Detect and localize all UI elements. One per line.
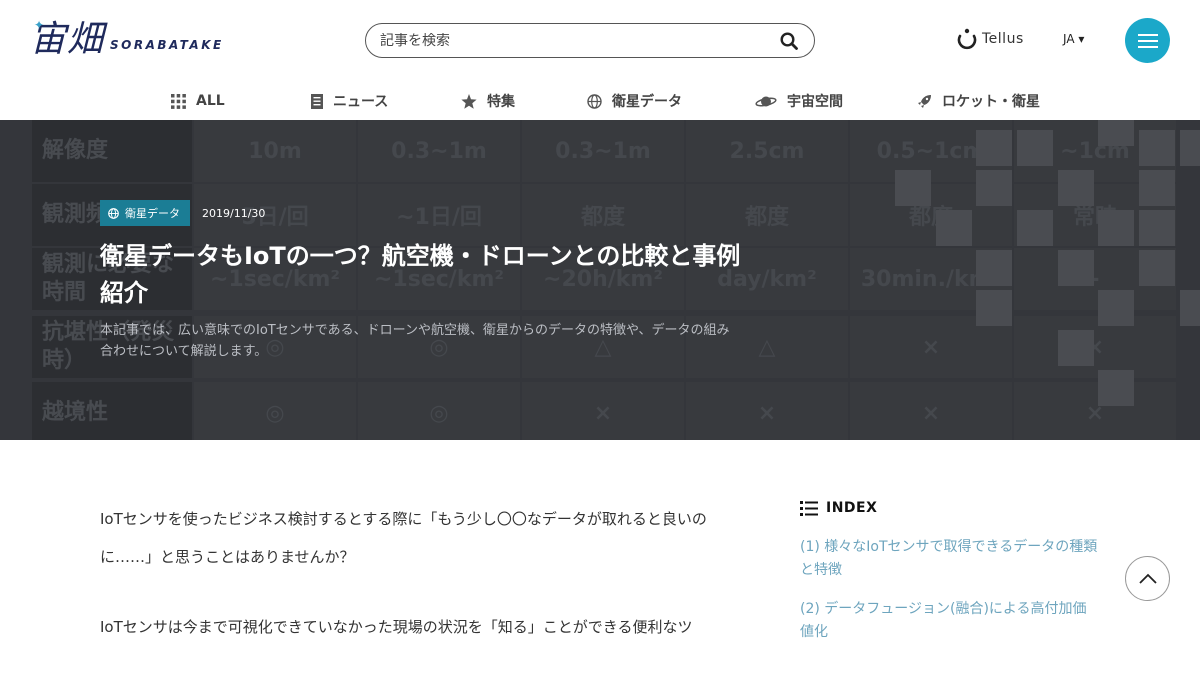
search-button[interactable] xyxy=(778,30,800,52)
tellus-link[interactable]: Tellus xyxy=(956,27,1024,51)
list-icon xyxy=(800,500,818,516)
article-body: IoTセンサを使ったビジネス検討するとする際に「もう少し〇〇なデータが取れると良… xyxy=(100,500,750,678)
rocket-icon xyxy=(917,94,932,109)
toc-list: (1) 様々なIoTセンサで取得できるデータの種類と特徴 (2) データフュージ… xyxy=(800,536,1100,644)
nav-item-all[interactable]: ALL xyxy=(171,82,311,120)
sparkle-icon: ✦ xyxy=(34,18,45,32)
search-bar xyxy=(365,23,815,58)
grid-icon xyxy=(171,93,186,109)
category-label: 衛星データ xyxy=(125,207,180,220)
category-badge[interactable]: 衛星データ xyxy=(100,200,190,226)
article-title: 衛星データもIoTの一つ？航空機・ドローンとの比較と事例紹介 xyxy=(100,242,741,307)
site-header: ✦ 宙畑 SORABATAKE Tellus JA ▾ xyxy=(0,0,1200,120)
language-selector[interactable]: JA ▾ xyxy=(1063,32,1084,46)
hero-banner: 解像度 10m 0.3~1m 0.3~1m 2.5cm 0.5~1cm ~1cm… xyxy=(0,120,1200,440)
publish-date: 2019/11/30 xyxy=(202,206,266,220)
nav-label: ロケット・衛星 xyxy=(942,94,1040,110)
toc-heading: INDEX xyxy=(800,500,1100,516)
globe-icon xyxy=(108,207,119,219)
menu-line xyxy=(1137,39,1158,42)
article-paragraph: IoTセンサは今まで可視化できていなかった現場の状況を「知る」ことができる便利な… xyxy=(100,618,693,636)
nav-label: ALL xyxy=(196,93,225,109)
main-nav: ALL ニュース 特集 衛星データ 宇宙空間 ロケット・衛星 xyxy=(0,82,1200,120)
toc-link[interactable]: (1) 様々なIoTセンサで取得できるデータの種類と特徴 xyxy=(800,536,1100,582)
hero-content: 衛星データ 2019/11/30 衛星データもIoTの一つ？航空機・ドローンとの… xyxy=(100,200,750,362)
tellus-logo-icon xyxy=(957,28,977,50)
logo-text: SORABATAKE xyxy=(110,38,224,52)
globe-icon xyxy=(587,93,602,109)
nav-label: 宇宙空間 xyxy=(787,94,843,110)
scroll-to-top-button[interactable] xyxy=(1125,556,1170,601)
hamburger-menu-button[interactable] xyxy=(1125,18,1170,63)
search-icon xyxy=(780,31,798,50)
star-icon xyxy=(461,93,477,109)
article-description: 本記事では、広い意味でのIoTセンサである、ドローンや航空機、衛星からのデータの… xyxy=(100,323,730,359)
site-logo[interactable]: ✦ 宙畑 SORABATAKE xyxy=(30,18,224,62)
menu-line xyxy=(1137,45,1158,48)
nav-item-satellite-data[interactable]: 衛星データ xyxy=(587,82,755,120)
tellus-text: Tellus xyxy=(982,31,1024,47)
toc-heading-label: INDEX xyxy=(826,500,878,516)
chevron-up-icon xyxy=(1138,573,1157,584)
planet-icon xyxy=(755,94,777,109)
table-of-contents: INDEX (1) 様々なIoTセンサで取得できるデータの種類と特徴 (2) デ… xyxy=(800,500,1100,644)
document-icon xyxy=(311,93,323,109)
nav-item-space[interactable]: 宇宙空間 xyxy=(755,82,917,120)
menu-line xyxy=(1137,33,1158,36)
hero-meta: 衛星データ 2019/11/30 xyxy=(100,200,750,226)
search-input[interactable] xyxy=(380,32,778,49)
toc-link[interactable]: (2) データフュージョン(融合)による高付加価値化 xyxy=(800,598,1100,644)
nav-item-news[interactable]: ニュース xyxy=(311,82,461,120)
nav-label: 衛星データ xyxy=(612,94,682,110)
nav-label: ニュース xyxy=(333,94,389,110)
nav-label: 特集 xyxy=(487,94,515,110)
article-paragraph: IoTセンサを使ったビジネス検討するとする際に「もう少し〇〇なデータが取れると良… xyxy=(100,510,707,566)
nav-item-features[interactable]: 特集 xyxy=(461,82,587,120)
nav-item-rockets[interactable]: ロケット・衛星 xyxy=(917,82,1057,120)
